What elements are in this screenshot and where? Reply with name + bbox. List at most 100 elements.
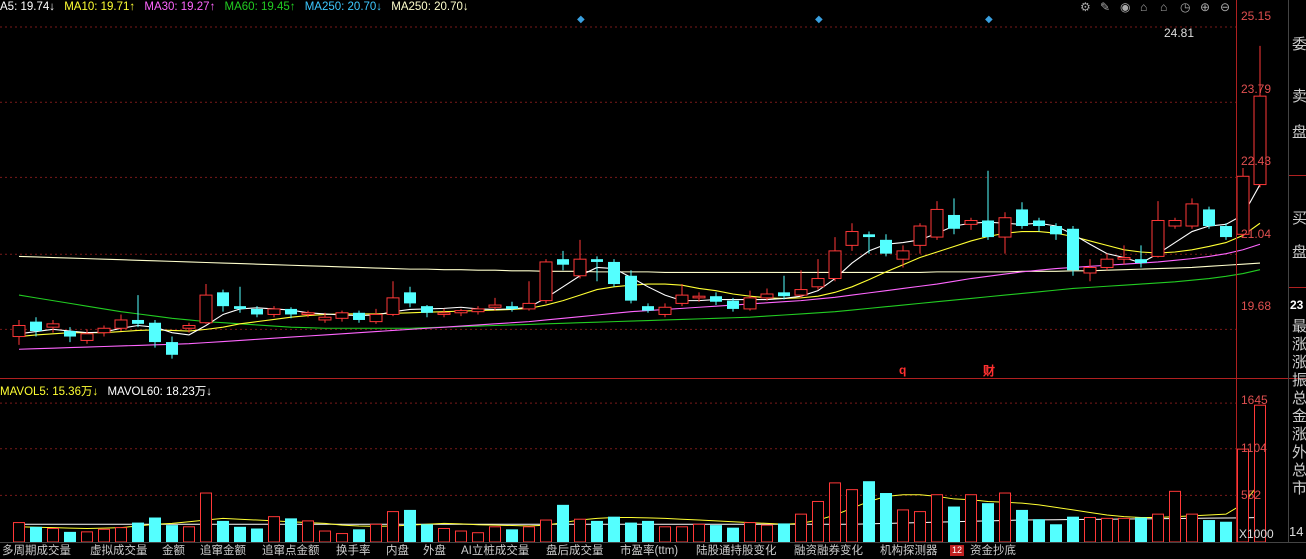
candle-body bbox=[998, 217, 1012, 238]
candle-up bbox=[386, 281, 400, 317]
candle-down bbox=[863, 231, 875, 254]
tab-virtual-volume[interactable]: 虚拟成交量 bbox=[90, 543, 151, 557]
tab-inner-volume[interactable]: 内盘 bbox=[386, 543, 412, 557]
event-diamond-icon[interactable]: ◆ bbox=[985, 14, 993, 25]
tab-multi-period-volume[interactable]: 多周期成交量 bbox=[2, 543, 74, 557]
candle-body bbox=[1050, 226, 1062, 235]
candle-body bbox=[149, 322, 161, 343]
side-stat: 总 bbox=[1292, 462, 1306, 479]
candle-up bbox=[658, 303, 672, 318]
tab-turnover[interactable]: 换手率 bbox=[336, 543, 374, 557]
candle-body bbox=[1185, 203, 1199, 227]
tab-capital-bottom[interactable]: 资金抄底 bbox=[970, 543, 1019, 557]
candle-body bbox=[30, 321, 42, 332]
volume-bar-up bbox=[370, 523, 382, 543]
candle-body bbox=[488, 304, 502, 308]
candle-body bbox=[863, 234, 875, 238]
candle-down bbox=[30, 317, 42, 337]
candle-up bbox=[199, 284, 213, 324]
volume-bar-down bbox=[982, 503, 994, 542]
candle-body bbox=[625, 275, 637, 301]
candle-body bbox=[642, 306, 654, 311]
tab-outer-volume[interactable]: 外盘 bbox=[423, 543, 449, 557]
volume-bar-up bbox=[812, 500, 824, 543]
tab-ai-volume[interactable]: AI立桩成交量 bbox=[461, 543, 532, 557]
candle-up bbox=[1083, 259, 1097, 282]
candles bbox=[12, 45, 1267, 359]
candle-down bbox=[132, 295, 144, 328]
candle-up bbox=[1100, 253, 1114, 271]
volume-bar-up bbox=[693, 523, 705, 543]
candle-body bbox=[132, 319, 144, 324]
candle-body bbox=[353, 312, 365, 320]
volume-bar-up bbox=[676, 526, 688, 543]
candle-up bbox=[743, 290, 757, 311]
volume-bars bbox=[13, 404, 1266, 543]
tab-margin-change[interactable]: 融资融券变化 bbox=[794, 543, 866, 557]
volume-bar-up bbox=[489, 526, 501, 543]
volume-bar-up bbox=[200, 492, 212, 543]
candle-body bbox=[1100, 258, 1114, 268]
volume-bar-up bbox=[1254, 404, 1266, 543]
volume-bar-up bbox=[268, 516, 280, 543]
candle-body bbox=[80, 333, 94, 341]
volume-bar-up bbox=[574, 518, 586, 543]
candle-up bbox=[811, 259, 825, 290]
candle-down bbox=[710, 292, 722, 306]
candle-body bbox=[845, 231, 859, 246]
candle-up bbox=[471, 306, 485, 315]
volume-bar-up bbox=[302, 520, 314, 543]
candle-body bbox=[591, 259, 603, 262]
volume-bar-down bbox=[234, 526, 246, 542]
candle-body bbox=[114, 319, 128, 329]
candle-down bbox=[404, 286, 416, 308]
event-diamond-icon[interactable]: ◆ bbox=[815, 14, 823, 25]
chart-right-border bbox=[1236, 0, 1237, 542]
candle-up bbox=[794, 270, 808, 298]
candle-up bbox=[913, 223, 927, 254]
mavol5-label: MAVOL5: 15.36万↓ bbox=[0, 386, 99, 398]
candle-body bbox=[692, 295, 706, 299]
tab-amount[interactable]: 金额 bbox=[162, 543, 188, 557]
candle-body bbox=[658, 306, 672, 315]
candle-body bbox=[896, 250, 910, 260]
candle-up bbox=[539, 259, 553, 304]
tab-badge: 12 bbox=[950, 545, 965, 556]
volume-axis-tick: 1645 bbox=[1241, 393, 1268, 407]
candle-up bbox=[335, 310, 349, 322]
candle-body bbox=[930, 208, 944, 238]
volume-bar-down bbox=[217, 520, 229, 542]
tab-northbound-holding[interactable]: 陆股通持股变化 bbox=[696, 543, 780, 557]
volume-bar-down bbox=[251, 528, 263, 542]
candle-body bbox=[948, 214, 960, 229]
candle-down bbox=[948, 198, 960, 235]
candle-body bbox=[573, 258, 587, 277]
candle-body bbox=[1203, 209, 1215, 227]
candle-up bbox=[1168, 217, 1182, 229]
volume-bar-up bbox=[1152, 513, 1164, 543]
candle-body bbox=[166, 342, 178, 355]
tab-chase-point-amount[interactable]: 追窜点金额 bbox=[262, 543, 323, 557]
volume-bar-down bbox=[1135, 517, 1147, 542]
finance-marker[interactable]: 财 bbox=[983, 362, 995, 379]
event-diamond-icon[interactable]: ◆ bbox=[577, 14, 585, 25]
candle-up bbox=[267, 306, 281, 318]
volume-bar-up bbox=[387, 511, 399, 543]
tab-pe-ttm[interactable]: 市盈率(ttm) bbox=[620, 543, 681, 557]
candle-body bbox=[267, 308, 281, 315]
volume-bar-up bbox=[1084, 517, 1096, 543]
candle-down bbox=[353, 310, 365, 323]
tab-chase-amount[interactable]: 追窜金额 bbox=[200, 543, 249, 557]
candle-up bbox=[964, 217, 978, 230]
q-marker[interactable]: q bbox=[899, 363, 906, 377]
candle-body bbox=[675, 294, 689, 304]
candle-body bbox=[301, 312, 315, 315]
candle-down bbox=[880, 234, 892, 257]
tab-institution-detector[interactable]: 机构探测器 bbox=[880, 543, 941, 557]
tab-after-hours-volume[interactable]: 盘后成交量 bbox=[546, 543, 607, 557]
candle-body bbox=[285, 308, 297, 315]
volume-bar-up bbox=[336, 533, 348, 543]
kline-chart[interactable] bbox=[0, 0, 1306, 556]
candle-body bbox=[743, 297, 757, 310]
candle-up bbox=[114, 314, 128, 332]
